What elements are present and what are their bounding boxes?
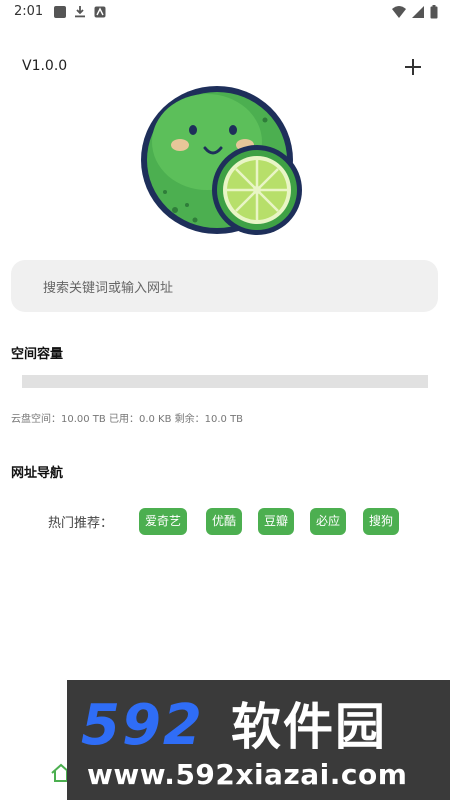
status-time: 2:01	[14, 4, 44, 19]
site-chip-sogou[interactable]: 搜狗	[363, 508, 400, 535]
site-chip-douban[interactable]: 豆瓣	[258, 508, 295, 535]
battery-icon	[430, 5, 438, 19]
hot-recommend-label: 热门推荐：	[48, 516, 114, 531]
add-icon[interactable]	[398, 52, 428, 82]
status-bar: 2:01	[0, 0, 450, 26]
site-chip-bing[interactable]: 必应	[310, 508, 347, 535]
signal-icon	[412, 6, 424, 18]
storage-section-title: 空间容量	[11, 347, 64, 362]
site-chip-youku[interactable]: 优酷	[206, 508, 243, 535]
search-placeholder: 搜索关键词或输入网址	[43, 281, 174, 296]
system-icons	[392, 5, 438, 19]
storage-info-text: 云盘空间：10.00 TB 已用：0.0 KB 剩余：10.0 TB	[11, 414, 244, 425]
wifi-icon	[392, 6, 406, 18]
watermark-brand-logo: 592 软件园	[81, 693, 387, 754]
site-chip-iqiyi[interactable]: 爱奇艺	[139, 508, 188, 535]
store-icon	[94, 6, 106, 17]
svg-text:软件园: 软件园	[231, 698, 387, 754]
watermark-url: www.592xiazai.com	[87, 758, 408, 791]
search-input[interactable]: 搜索关键词或输入网址	[11, 260, 438, 312]
lime-mascot-logo	[141, 86, 302, 235]
notification-icons	[54, 5, 106, 18]
download-icon	[75, 6, 85, 18]
storage-progress-bar	[22, 375, 428, 388]
svg-text:592: 592	[81, 693, 204, 754]
watermark-banner: 592 软件园 www.592xiazai.com	[67, 680, 450, 800]
app-notification-icon	[54, 5, 66, 18]
nav-section-title: 网址导航	[11, 466, 64, 481]
app-version: V1.0.0	[22, 58, 68, 74]
